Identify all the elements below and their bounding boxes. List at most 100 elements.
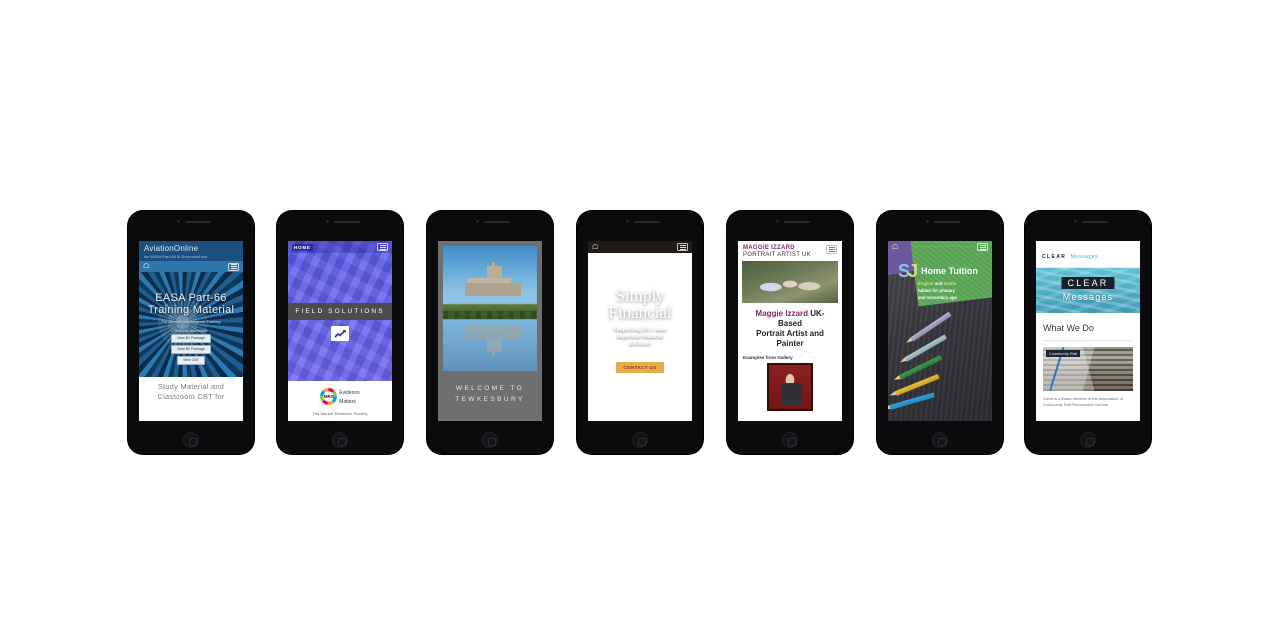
- sj-logo: S J Home Tuition: [898, 261, 978, 281]
- mrs-wordmark: Evidence Matters: [339, 387, 360, 405]
- chart-growth-icon: [331, 326, 349, 341]
- site-header: MAGGIE IZZARD PORTRAIT ARTIST UK: [738, 241, 842, 261]
- hamburger-menu-icon[interactable]: [377, 243, 388, 251]
- page-headline: Maggie Izzard UK-Based Portrait Artist a…: [738, 303, 842, 349]
- phone-mockup-clear-messages[interactable]: CLEAR Messages CLEAR Messages What We Do…: [1025, 211, 1151, 454]
- section-title: What We Do: [1043, 323, 1094, 333]
- abbey-building: [465, 262, 521, 296]
- front-camera-icon: [626, 220, 629, 223]
- hamburger-menu-icon[interactable]: [228, 262, 239, 271]
- phone-screen-field-solutions[interactable]: HOME FIELD SOLUTIONS Evidence: [288, 241, 392, 421]
- site-navbar[interactable]: ☖: [588, 241, 692, 253]
- home-button[interactable]: [482, 432, 498, 448]
- body-line1: David is a Board Member of the Associati…: [1043, 396, 1119, 401]
- hamburger-menu-icon[interactable]: [977, 243, 988, 251]
- tagline-line1: Simplifying life's most: [613, 327, 667, 333]
- welcome-caption: WELCOME TO TEWKESBURY: [443, 371, 537, 405]
- site-navbar[interactable]: ☖: [888, 241, 992, 253]
- earpiece-speaker: [934, 221, 960, 223]
- phone-screen-sj-home-tuition[interactable]: ☖ S J Home Tuition English and maths tui…: [888, 241, 992, 421]
- hero-title-line2: Training Material: [147, 304, 235, 316]
- home-icon[interactable]: ☖: [592, 244, 598, 251]
- front-camera-icon: [476, 220, 479, 223]
- hero-title-band: FIELD SOLUTIONS: [288, 303, 392, 320]
- hero-text-block: EASA Part-66 Training Material For Aircr…: [139, 292, 243, 334]
- phone-screen-maggie-izzard[interactable]: MAGGIE IZZARD PORTRAIT ARTIST UK Maggie …: [738, 241, 842, 421]
- earpiece-speaker: [484, 221, 510, 223]
- phone-mockup-aviation-online[interactable]: AviationOnline for EASA Part-66 & Ground…: [128, 211, 254, 454]
- brand-subtitle: PORTRAIT ARTIST UK: [743, 252, 811, 258]
- site-navbar[interactable]: HOME: [288, 241, 392, 253]
- body-text: David is a Board Member of the Associati…: [1036, 391, 1140, 408]
- headline-artist-name: Maggie Izzard: [755, 309, 808, 318]
- home-button[interactable]: [1080, 432, 1096, 448]
- earpiece-speaker: [634, 221, 660, 223]
- home-button[interactable]: [932, 432, 948, 448]
- hero-line3: and secondary age: [918, 295, 957, 300]
- home-icon[interactable]: ☖: [892, 244, 898, 251]
- hero-title: FIELD SOLUTIONS: [295, 308, 385, 315]
- divider: [612, 354, 668, 355]
- gallery-portrait-thumbnail[interactable]: [767, 363, 813, 411]
- contact-us-button[interactable]: CONTACT US: [616, 362, 664, 373]
- hamburger-menu-icon[interactable]: [677, 243, 688, 251]
- phone-screen-aviation-online[interactable]: AviationOnline for EASA Part-66 & Ground…: [139, 241, 243, 421]
- hero-coins-image: Simply Financial Simplifying life's most…: [588, 253, 692, 421]
- tagline-line2: important financial: [616, 334, 664, 340]
- headline-line3: Painter: [776, 339, 804, 348]
- phone-mockup-sj-home-tuition[interactable]: ☖ S J Home Tuition English and maths tui…: [877, 211, 1003, 454]
- brand-word-messages: Messages: [1070, 254, 1099, 260]
- front-camera-icon: [776, 220, 779, 223]
- hero-title-line1: Simply: [615, 286, 665, 305]
- front-camera-icon: [177, 220, 180, 223]
- front-camera-icon: [326, 220, 329, 223]
- earpiece-speaker: [784, 221, 810, 223]
- view-b2-package-button[interactable]: View B2 Package: [170, 345, 212, 354]
- hero-subjects-line: English and maths: [918, 281, 978, 286]
- view-cbt-button[interactable]: View CBT: [177, 356, 205, 365]
- hero-button-group[interactable]: View B1 Package View B2 Package View CBT: [139, 334, 243, 365]
- site-body: MAGGIE IZZARD PORTRAIT ARTIST UK Maggie …: [738, 241, 842, 421]
- caption-line1: WELCOME TO: [455, 385, 525, 392]
- caption-line2: TEWKESBURY: [455, 396, 525, 403]
- hero-tagline: Simplifying life's most important financ…: [588, 327, 692, 348]
- nav-home-link[interactable]: HOME: [292, 243, 313, 251]
- front-camera-icon: [926, 220, 929, 223]
- earpiece-speaker: [1082, 221, 1108, 223]
- site-navbar[interactable]: ☖: [139, 261, 243, 272]
- phone-screen-simply-financial[interactable]: ☖ Simply Financial Simplifying life's mo…: [588, 241, 692, 421]
- hero-badge-clear: CLEAR: [1061, 277, 1115, 289]
- phone-screen-tewkesbury[interactable]: WELCOME TO TEWKESBURY: [438, 241, 542, 421]
- mrs-ring-icon: [320, 387, 338, 405]
- home-icon[interactable]: ☖: [143, 263, 149, 270]
- phone-mockup-simply-financial[interactable]: ☖ Simply Financial Simplifying life's mo…: [577, 211, 703, 454]
- abbey-water-reflection: [465, 326, 521, 352]
- phone-mockup-gallery: AviationOnline for EASA Part-66 & Ground…: [0, 0, 1280, 640]
- earpiece-speaker: [334, 221, 360, 223]
- hero-title-line2: Financial: [608, 303, 672, 322]
- mrs-word-evidence: Evidence: [339, 390, 360, 396]
- home-button[interactable]: [332, 432, 348, 448]
- site-body: CLEAR Messages CLEAR Messages What We Do…: [1036, 241, 1140, 421]
- site-header: AviationOnline for EASA Part-66 & Ground…: [139, 241, 243, 261]
- home-button[interactable]: [782, 432, 798, 448]
- phone-top-bezel: [1025, 211, 1151, 233]
- mrs-logo: Evidence Matters: [288, 387, 392, 405]
- phone-screen-clear-messages[interactable]: CLEAR Messages CLEAR Messages What We Do…: [1036, 241, 1140, 421]
- hamburger-menu-icon[interactable]: [826, 245, 837, 254]
- abbey-reflection-photo: [443, 246, 537, 371]
- logo-letter-j: J: [908, 261, 919, 281]
- phone-top-bezel: [128, 211, 254, 233]
- site-body: WELCOME TO TEWKESBURY: [438, 241, 542, 421]
- hero-water-image: CLEAR Messages: [1036, 268, 1140, 313]
- view-b1-package-button[interactable]: View B1 Package: [170, 334, 212, 343]
- site-header: CLEAR Messages: [1036, 241, 1140, 268]
- home-button[interactable]: [632, 432, 648, 448]
- gallery-label: Examples from Gallery: [743, 355, 793, 360]
- hero-text-block: Simply Financial Simplifying life's most…: [588, 287, 692, 374]
- phone-mockup-field-solutions[interactable]: HOME FIELD SOLUTIONS Evidence: [277, 211, 403, 454]
- home-button[interactable]: [183, 432, 199, 448]
- phone-mockup-tewkesbury[interactable]: WELCOME TO TEWKESBURY: [427, 211, 553, 454]
- phone-mockup-maggie-izzard[interactable]: MAGGIE IZZARD PORTRAIT ARTIST UK Maggie …: [727, 211, 853, 454]
- hero-line2: tuition for primary: [918, 288, 956, 293]
